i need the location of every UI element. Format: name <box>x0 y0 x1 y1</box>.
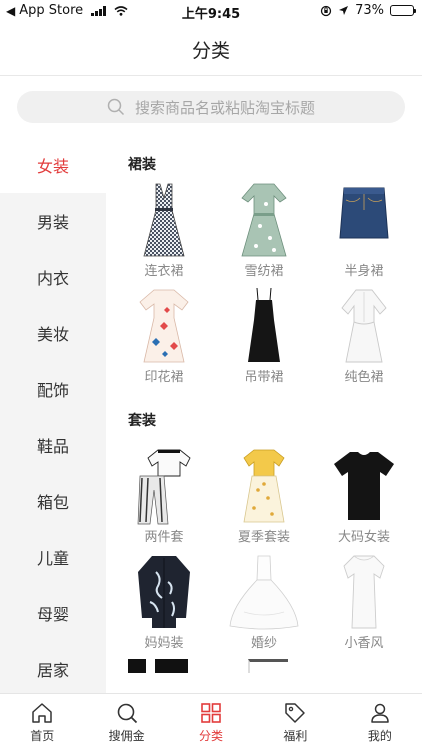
tile-label: 婚纱 <box>250 636 277 651</box>
category-tile[interactable]: 妈妈装 <box>114 547 214 653</box>
sidebar-item-bags[interactable]: 箱包 <box>0 473 106 529</box>
tab-home[interactable]: 首页 <box>0 694 84 750</box>
sidebar-item-women[interactable]: 女装 <box>0 137 106 193</box>
page-title: 分类 <box>191 40 230 62</box>
category-grid-icon <box>201 702 221 723</box>
next-row-preview <box>106 653 422 673</box>
battery-icon <box>390 5 416 16</box>
category-tile[interactable]: 半身裙 <box>314 175 414 281</box>
summer-set-icon <box>243 449 285 523</box>
section-title-dresses: 裙装 <box>128 157 156 173</box>
battery-percent: 73% <box>355 3 384 18</box>
two-piece-icon <box>137 449 191 525</box>
sidebar-item-kids[interactable]: 儿童 <box>0 529 106 585</box>
tab-mine[interactable]: 我的 <box>338 694 422 750</box>
category-tile[interactable]: 连衣裙 <box>114 175 214 281</box>
search-icon <box>117 703 137 723</box>
sidebar-item-accessories[interactable]: 配饰 <box>0 361 106 417</box>
tab-search-commission[interactable]: 搜佣金 <box>84 694 168 750</box>
denim-skirt-icon <box>339 187 389 239</box>
category-tile[interactable]: 雪纺裙 <box>214 175 314 281</box>
search-input[interactable]: 搜索商品名或粘贴淘宝标题 <box>17 91 405 123</box>
next-row-item-preview <box>248 659 288 673</box>
section-title-sets: 套装 <box>128 413 156 429</box>
tab-label: 分类 <box>199 728 224 743</box>
tile-label: 夏季套装 <box>237 530 290 545</box>
next-row-item-preview <box>128 659 188 673</box>
plaid-dress-icon <box>143 183 185 257</box>
category-tile[interactable]: 夏季套装 <box>214 441 314 547</box>
search-area: 搜索商品名或粘贴淘宝标题 <box>0 77 422 137</box>
tab-label: 我的 <box>367 728 392 743</box>
tile-label: 半身裙 <box>344 264 384 279</box>
user-icon <box>371 703 389 723</box>
wedding-gown-icon <box>229 555 299 630</box>
category-tile[interactable]: 纯色裙 <box>314 281 414 387</box>
sidebar-item-maternity[interactable]: 母婴 <box>0 585 106 641</box>
slip-dress-icon <box>248 287 280 362</box>
category-sidebar: 女装 男装 内衣 美妆 配饰 鞋品 箱包 儿童 母婴 居家 <box>0 137 106 693</box>
location-arrow-icon <box>339 6 349 15</box>
home-icon <box>32 702 52 723</box>
nav-bar: 分类 <box>0 22 422 76</box>
sidebar-item-beauty[interactable]: 美妆 <box>0 305 106 361</box>
tile-label: 大码女装 <box>337 530 390 545</box>
category-tile[interactable]: 婚纱 <box>214 547 314 653</box>
tab-label: 福利 <box>283 728 308 743</box>
category-tile[interactable]: 印花裙 <box>114 281 214 387</box>
tab-category[interactable]: 分类 <box>169 694 253 750</box>
sidebar-item-home[interactable]: 居家 <box>0 641 106 693</box>
category-tile[interactable]: 小香风 <box>314 547 414 653</box>
tab-label: 首页 <box>30 728 55 743</box>
tile-label: 两件套 <box>144 530 184 545</box>
search-icon <box>107 98 125 116</box>
tile-label: 雪纺裙 <box>244 264 284 279</box>
tile-label: 连衣裙 <box>144 264 184 279</box>
category-content: 裙装 连衣裙 雪纺裙 半身裙 印花裙 吊带裙 纯色裙 套装 两件套 夏季套装 大… <box>106 137 422 693</box>
tile-label: 纯色裙 <box>344 370 384 385</box>
category-tile[interactable]: 大码女装 <box>314 441 414 547</box>
sets-grid: 两件套 夏季套装 大码女装 妈妈装 婚纱 小香风 <box>106 441 422 653</box>
tile-label: 小香风 <box>344 636 384 651</box>
sidebar-item-shoes[interactable]: 鞋品 <box>0 417 106 473</box>
solid-dress-icon <box>341 289 387 363</box>
mom-cardigan-icon <box>138 556 190 628</box>
tab-welfare[interactable]: 福利 <box>253 694 337 750</box>
status-right: 73% <box>320 3 416 18</box>
chiffon-dress-icon <box>241 183 287 257</box>
status-bar: ◀ App Store 上午9:45 73% <box>0 0 422 22</box>
category-tile[interactable]: 两件套 <box>114 441 214 547</box>
tab-bar: 首页 搜佣金 分类 福利 我的 <box>0 693 422 750</box>
print-dress-icon <box>139 289 189 363</box>
tab-label: 搜佣金 <box>108 728 145 743</box>
tile-label: 妈妈装 <box>144 636 184 651</box>
tile-label: 吊带裙 <box>244 370 284 385</box>
sidebar-item-underwear[interactable]: 内衣 <box>0 249 106 305</box>
category-tile[interactable]: 吊带裙 <box>214 281 314 387</box>
chanel-style-dress-icon <box>343 555 385 629</box>
tag-icon <box>285 702 306 723</box>
search-placeholder: 搜索商品名或粘贴淘宝标题 <box>134 98 315 117</box>
orientation-lock-icon <box>320 5 332 16</box>
sidebar-item-men[interactable]: 男装 <box>0 193 106 249</box>
plus-size-tee-icon <box>334 452 394 520</box>
tile-label: 印花裙 <box>144 370 184 385</box>
dresses-grid: 连衣裙 雪纺裙 半身裙 印花裙 吊带裙 纯色裙 <box>106 175 422 387</box>
